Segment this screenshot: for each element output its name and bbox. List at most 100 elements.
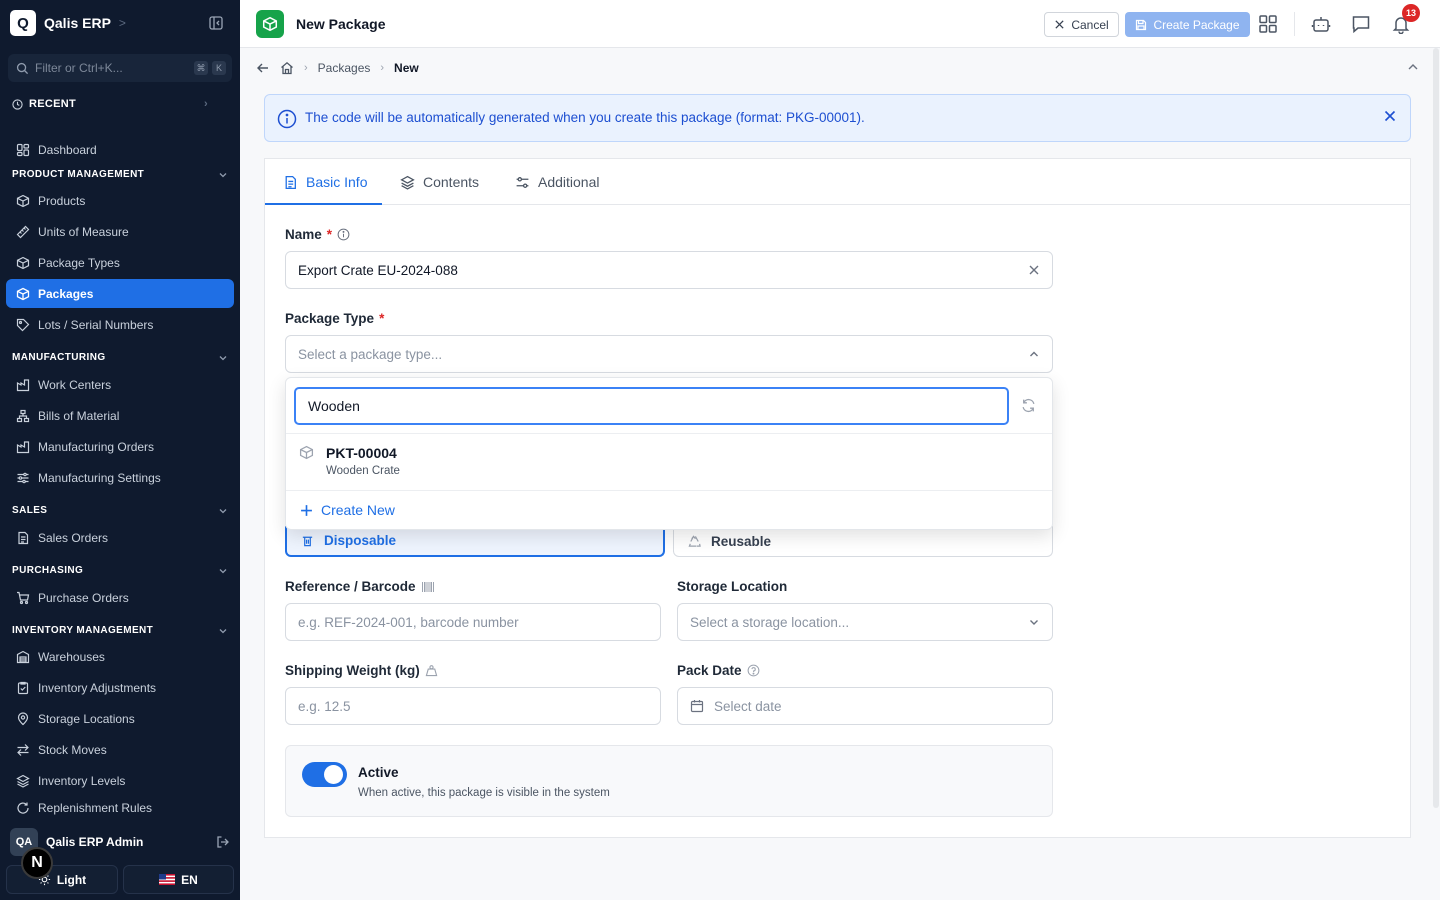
recycle-icon xyxy=(688,534,701,547)
sidebar-item-products[interactable]: Products xyxy=(6,186,234,215)
sidebar-item-purchase-orders[interactable]: Purchase Orders xyxy=(6,583,234,612)
name-label: Name * xyxy=(285,227,350,242)
sidebar-item-inventory-adjustments[interactable]: Inventory Adjustments xyxy=(6,673,234,702)
factory-icon xyxy=(16,440,30,453)
pack-date-label: Pack Date xyxy=(677,663,760,678)
arrows-swap-icon xyxy=(17,743,29,756)
sidebar-item-storage-locations[interactable]: Storage Locations xyxy=(6,704,234,733)
section-label: PRODUCT MANAGEMENT xyxy=(12,169,145,180)
back-arrow-icon[interactable] xyxy=(256,61,270,75)
hierarchy-icon xyxy=(16,409,30,422)
sidebar-item-work-centers[interactable]: Work Centers xyxy=(6,370,234,399)
sidebar-item-inventory-levels[interactable]: Inventory Levels xyxy=(6,766,234,795)
factory-icon xyxy=(16,378,30,391)
sidebar-item-sales-orders[interactable]: Sales Orders xyxy=(6,523,234,552)
filter-placeholder: Filter or Ctrl+K... xyxy=(35,61,123,75)
package-type-label-text: Package Type xyxy=(285,311,375,326)
package-type-search-input[interactable]: Wooden xyxy=(294,387,1009,425)
sidebar-item-units-of-measure[interactable]: Units of Measure xyxy=(6,217,234,246)
close-icon[interactable] xyxy=(1382,108,1398,124)
tab-contents[interactable]: Contents xyxy=(400,159,479,205)
option-code: PKT-00004 xyxy=(326,445,397,461)
sidebar-item-warehouses[interactable]: Warehouses xyxy=(6,642,234,671)
tab-additional[interactable]: Additional xyxy=(515,159,600,205)
tab-basic-info[interactable]: Basic Info xyxy=(283,159,367,205)
chevron-up-icon[interactable] xyxy=(1406,60,1420,74)
sidebar-item-stock-moves[interactable]: Stock Moves xyxy=(6,735,234,764)
active-tab-indicator xyxy=(265,203,382,205)
info-icon xyxy=(277,109,297,129)
us-flag-icon xyxy=(159,874,176,885)
active-toggle[interactable] xyxy=(302,762,347,787)
dropdown-option[interactable]: PKT-00004 Wooden Crate xyxy=(286,435,1052,490)
reference-input[interactable]: e.g. REF-2024-001, barcode number xyxy=(285,603,661,641)
reference-placeholder: e.g. REF-2024-001, barcode number xyxy=(298,614,519,630)
apps-grid-icon[interactable] xyxy=(1258,14,1278,34)
section-inventory-management[interactable]: INVENTORY MANAGEMENT xyxy=(12,625,228,636)
clock-icon xyxy=(12,98,23,110)
search-value: Wooden xyxy=(308,398,360,414)
tab-label: Contents xyxy=(423,174,480,190)
disposable-option[interactable]: Disposable xyxy=(285,526,665,557)
logout-icon[interactable] xyxy=(216,835,230,849)
info-banner: The code will be automatically generated… xyxy=(264,94,1411,142)
section-label: SALES xyxy=(12,505,48,516)
clipboard-check-icon xyxy=(17,681,29,694)
sidebar-filter-input[interactable]: Filter or Ctrl+K... ⌘ K xyxy=(8,54,232,82)
create-package-button[interactable]: Create Package xyxy=(1125,12,1250,37)
info-icon[interactable] xyxy=(337,228,350,241)
active-description: When active, this package is visible in … xyxy=(358,787,610,799)
sidebar: Q Qalis ERP > Filter or Ctrl+K... ⌘ K RE… xyxy=(0,0,240,900)
language-button[interactable]: EN xyxy=(123,865,234,894)
sidebar-collapse-icon[interactable] xyxy=(208,15,224,31)
name-input[interactable]: Export Crate EU-2024-088 xyxy=(285,251,1053,289)
storage-label-text: Storage Location xyxy=(677,579,788,594)
section-label: PURCHASING xyxy=(12,565,84,576)
help-icon[interactable] xyxy=(747,664,760,677)
sidebar-item-label: Inventory Levels xyxy=(38,773,126,788)
sliders-icon xyxy=(17,472,29,483)
refresh-icon[interactable] xyxy=(1021,398,1036,413)
weight-icon xyxy=(425,665,438,677)
sidebar-item-label: Inventory Adjustments xyxy=(38,680,157,695)
home-icon[interactable] xyxy=(280,61,294,75)
package-type-select[interactable]: Select a package type... xyxy=(285,335,1053,373)
brand[interactable]: Q Qalis ERP > xyxy=(10,10,126,36)
sidebar-item-package-types[interactable]: Package Types xyxy=(6,248,234,277)
sidebar-item-bills-of-material[interactable]: Bills of Material xyxy=(6,401,234,430)
theme-label: Light xyxy=(56,872,87,887)
dev-tools-badge[interactable]: N xyxy=(21,847,53,879)
sidebar-item-manufacturing-settings[interactable]: Manufacturing Settings xyxy=(6,463,234,492)
storage-location-select[interactable]: Select a storage location... xyxy=(677,603,1053,641)
reusable-option[interactable]: Reusable xyxy=(673,526,1053,557)
sidebar-item-packages[interactable]: Packages xyxy=(6,279,234,308)
sidebar-item-manufacturing-orders[interactable]: Manufacturing Orders xyxy=(6,432,234,461)
sidebar-item-lots-serial-numbers[interactable]: Lots / Serial Numbers xyxy=(6,310,234,339)
pack-date-input[interactable]: Select date xyxy=(677,687,1053,725)
section-purchasing[interactable]: PURCHASING xyxy=(12,565,228,576)
clear-icon[interactable] xyxy=(1028,264,1040,276)
sidebar-item-label: Warehouses xyxy=(38,649,105,664)
section-product-management[interactable]: PRODUCT MANAGEMENT xyxy=(12,169,228,180)
create-new-label: Create New xyxy=(321,502,395,518)
create-new-button[interactable]: Create New xyxy=(300,502,395,518)
shipping-weight-input[interactable]: e.g. 12.5 xyxy=(285,687,661,725)
weight-label-text: Shipping Weight (kg) xyxy=(285,663,420,678)
reference-label: Reference / Barcode xyxy=(285,579,435,594)
sidebar-item-dashboard[interactable]: Dashboard xyxy=(6,135,234,164)
calendar-icon xyxy=(690,700,704,713)
section-sales[interactable]: SALES xyxy=(12,505,228,516)
header-divider xyxy=(1294,12,1295,36)
sidebar-item-replenishment-rules[interactable]: Replenishment Rules xyxy=(6,797,234,819)
cancel-button[interactable]: Cancel xyxy=(1044,12,1119,37)
package-type-dropdown: Wooden PKT-00004 Wooden Crate Create New xyxy=(285,377,1053,530)
storage-location-label: Storage Location xyxy=(677,579,787,594)
bot-icon[interactable] xyxy=(1311,14,1331,34)
recent-toggle[interactable]: RECENT › xyxy=(12,98,208,110)
section-manufacturing[interactable]: MANUFACTURING xyxy=(12,352,228,363)
breadcrumb-packages-link[interactable]: Packages xyxy=(318,61,371,75)
sidebar-item-label: Purchase Orders xyxy=(38,590,129,605)
chat-icon[interactable] xyxy=(1351,14,1371,34)
tab-label: Basic Info xyxy=(306,174,368,190)
scrollbar[interactable] xyxy=(1433,48,1439,808)
